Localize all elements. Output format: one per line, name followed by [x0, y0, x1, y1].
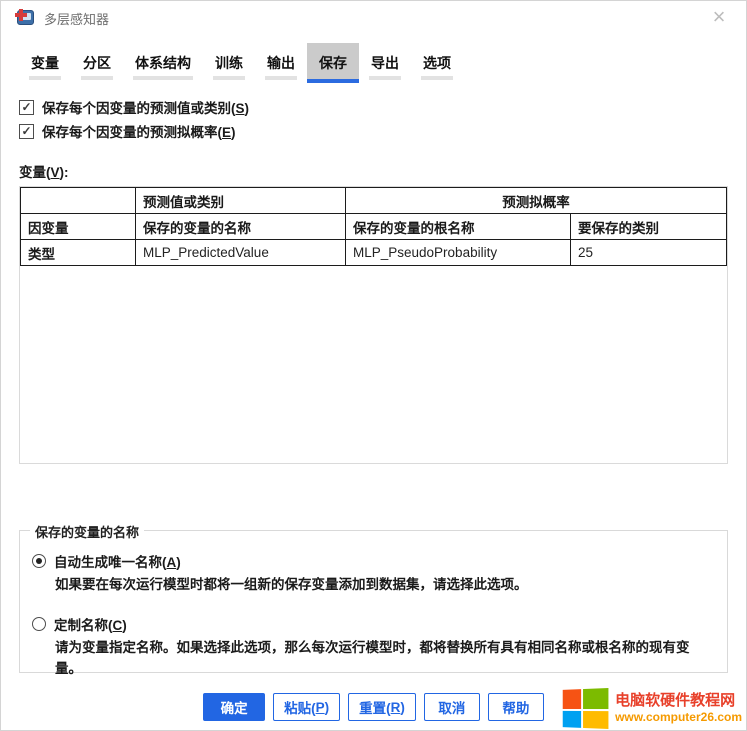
table-cell-categories-to-save[interactable]: 25 [571, 240, 727, 266]
table-group-header-row: 预测值或类别 预测拟概率 [21, 188, 727, 214]
ok-button[interactable]: 确定 [203, 693, 265, 721]
table-header-categories: 要保存的类别 [571, 214, 727, 240]
table-header-root-name: 保存的变量的根名称 [346, 214, 571, 240]
tab-partitions[interactable]: 分区 [71, 43, 123, 83]
tab-options[interactable]: 选项 [411, 43, 463, 83]
radio-label: 自动生成唯一名称(A) [54, 551, 181, 571]
tab-variables[interactable]: 变量 [19, 43, 71, 83]
help-button[interactable]: 帮助 [488, 693, 544, 721]
table-cell-pseudo-probability-name[interactable]: MLP_PseudoProbability [346, 240, 571, 266]
variables-label: 变量(V): [19, 161, 746, 181]
watermark-site-name: 电脑软硬件教程网 [615, 692, 742, 711]
checkbox-icon[interactable]: ✓ [19, 100, 34, 115]
group-title: 保存的变量的名称 [30, 522, 144, 541]
radio-custom-names[interactable]: 定制名称(C) [32, 614, 715, 634]
table-group-header-predicted: 预测值或类别 [136, 188, 346, 214]
tab-training[interactable]: 训练 [203, 43, 255, 83]
table-group-header-pseudo-prob: 预测拟概率 [346, 188, 727, 214]
checkbox-label: 保存每个因变量的预测拟概率(E) [42, 121, 236, 141]
table-header-saved-name: 保存的变量的名称 [136, 214, 346, 240]
table-cell-predicted-value-name[interactable]: MLP_PredictedValue [136, 240, 346, 266]
close-icon[interactable]: × [706, 5, 732, 29]
tab-export[interactable]: 导出 [359, 43, 411, 83]
checkbox-label: 保存每个因变量的预测值或类别(S) [42, 97, 249, 117]
saved-variable-names-group: 保存的变量的名称 自动生成唯一名称(A) 如果要在每次运行模型时都将一组新的保存… [19, 530, 728, 673]
paste-button[interactable]: 粘贴(P) [273, 693, 340, 721]
tab-output[interactable]: 输出 [255, 43, 307, 83]
window-title: 多层感知器 [44, 9, 109, 28]
checkbox-icon[interactable]: ✓ [19, 124, 34, 139]
save-options: ✓ 保存每个因变量的预测值或类别(S) ✓ 保存每个因变量的预测拟概率(E) [19, 95, 746, 143]
radio-auto-description: 如果要在每次运行模型时都将一组新的保存变量添加到数据集，请选择此选项。 [55, 574, 715, 596]
variables-table: 预测值或类别 预测拟概率 因变量 保存的变量的名称 保存的变量的根名称 要保存的… [20, 187, 727, 266]
radio-custom-description: 请为变量指定名称。如果选择此选项，那么每次运行模型时，都将替换所有具有相同名称或… [55, 637, 715, 680]
table-row: 类型 MLP_PredictedValue MLP_PseudoProbabil… [21, 240, 727, 266]
table-header-row: 因变量 保存的变量的名称 保存的变量的根名称 要保存的类别 [21, 214, 727, 240]
tab-strip: 变量 分区 体系结构 训练 输出 保存 导出 选项 [19, 43, 746, 83]
windows-logo-icon [563, 688, 609, 729]
cancel-button[interactable]: 取消 [424, 693, 480, 721]
table-cell-row-label: 类型 [21, 240, 136, 266]
title-bar: 多层感知器 [1, 1, 746, 35]
table-cell-empty [21, 188, 136, 214]
mlp-dialog: { "window": { "title": "多层感知器", "close_g… [0, 0, 747, 731]
checkbox-save-predicted-value[interactable]: ✓ 保存每个因变量的预测值或类别(S) [19, 95, 746, 119]
radio-auto-generate-names[interactable]: 自动生成唯一名称(A) [32, 551, 715, 571]
watermark: 电脑软硬件教程网 www.computer26.com [561, 689, 742, 728]
tab-architecture[interactable]: 体系结构 [123, 43, 203, 83]
table-header-dependent-var: 因变量 [21, 214, 136, 240]
radio-icon[interactable] [32, 617, 46, 631]
spss-dialog-icon [15, 9, 35, 27]
checkbox-save-pseudo-probability[interactable]: ✓ 保存每个因变量的预测拟概率(E) [19, 119, 746, 143]
reset-button[interactable]: 重置(R) [348, 693, 416, 721]
radio-icon[interactable] [32, 554, 46, 568]
watermark-site-url: www.computer26.com [615, 710, 742, 725]
tab-save[interactable]: 保存 [307, 43, 359, 83]
radio-label: 定制名称(C) [54, 614, 127, 634]
variables-panel: 预测值或类别 预测拟概率 因变量 保存的变量的名称 保存的变量的根名称 要保存的… [19, 186, 728, 464]
